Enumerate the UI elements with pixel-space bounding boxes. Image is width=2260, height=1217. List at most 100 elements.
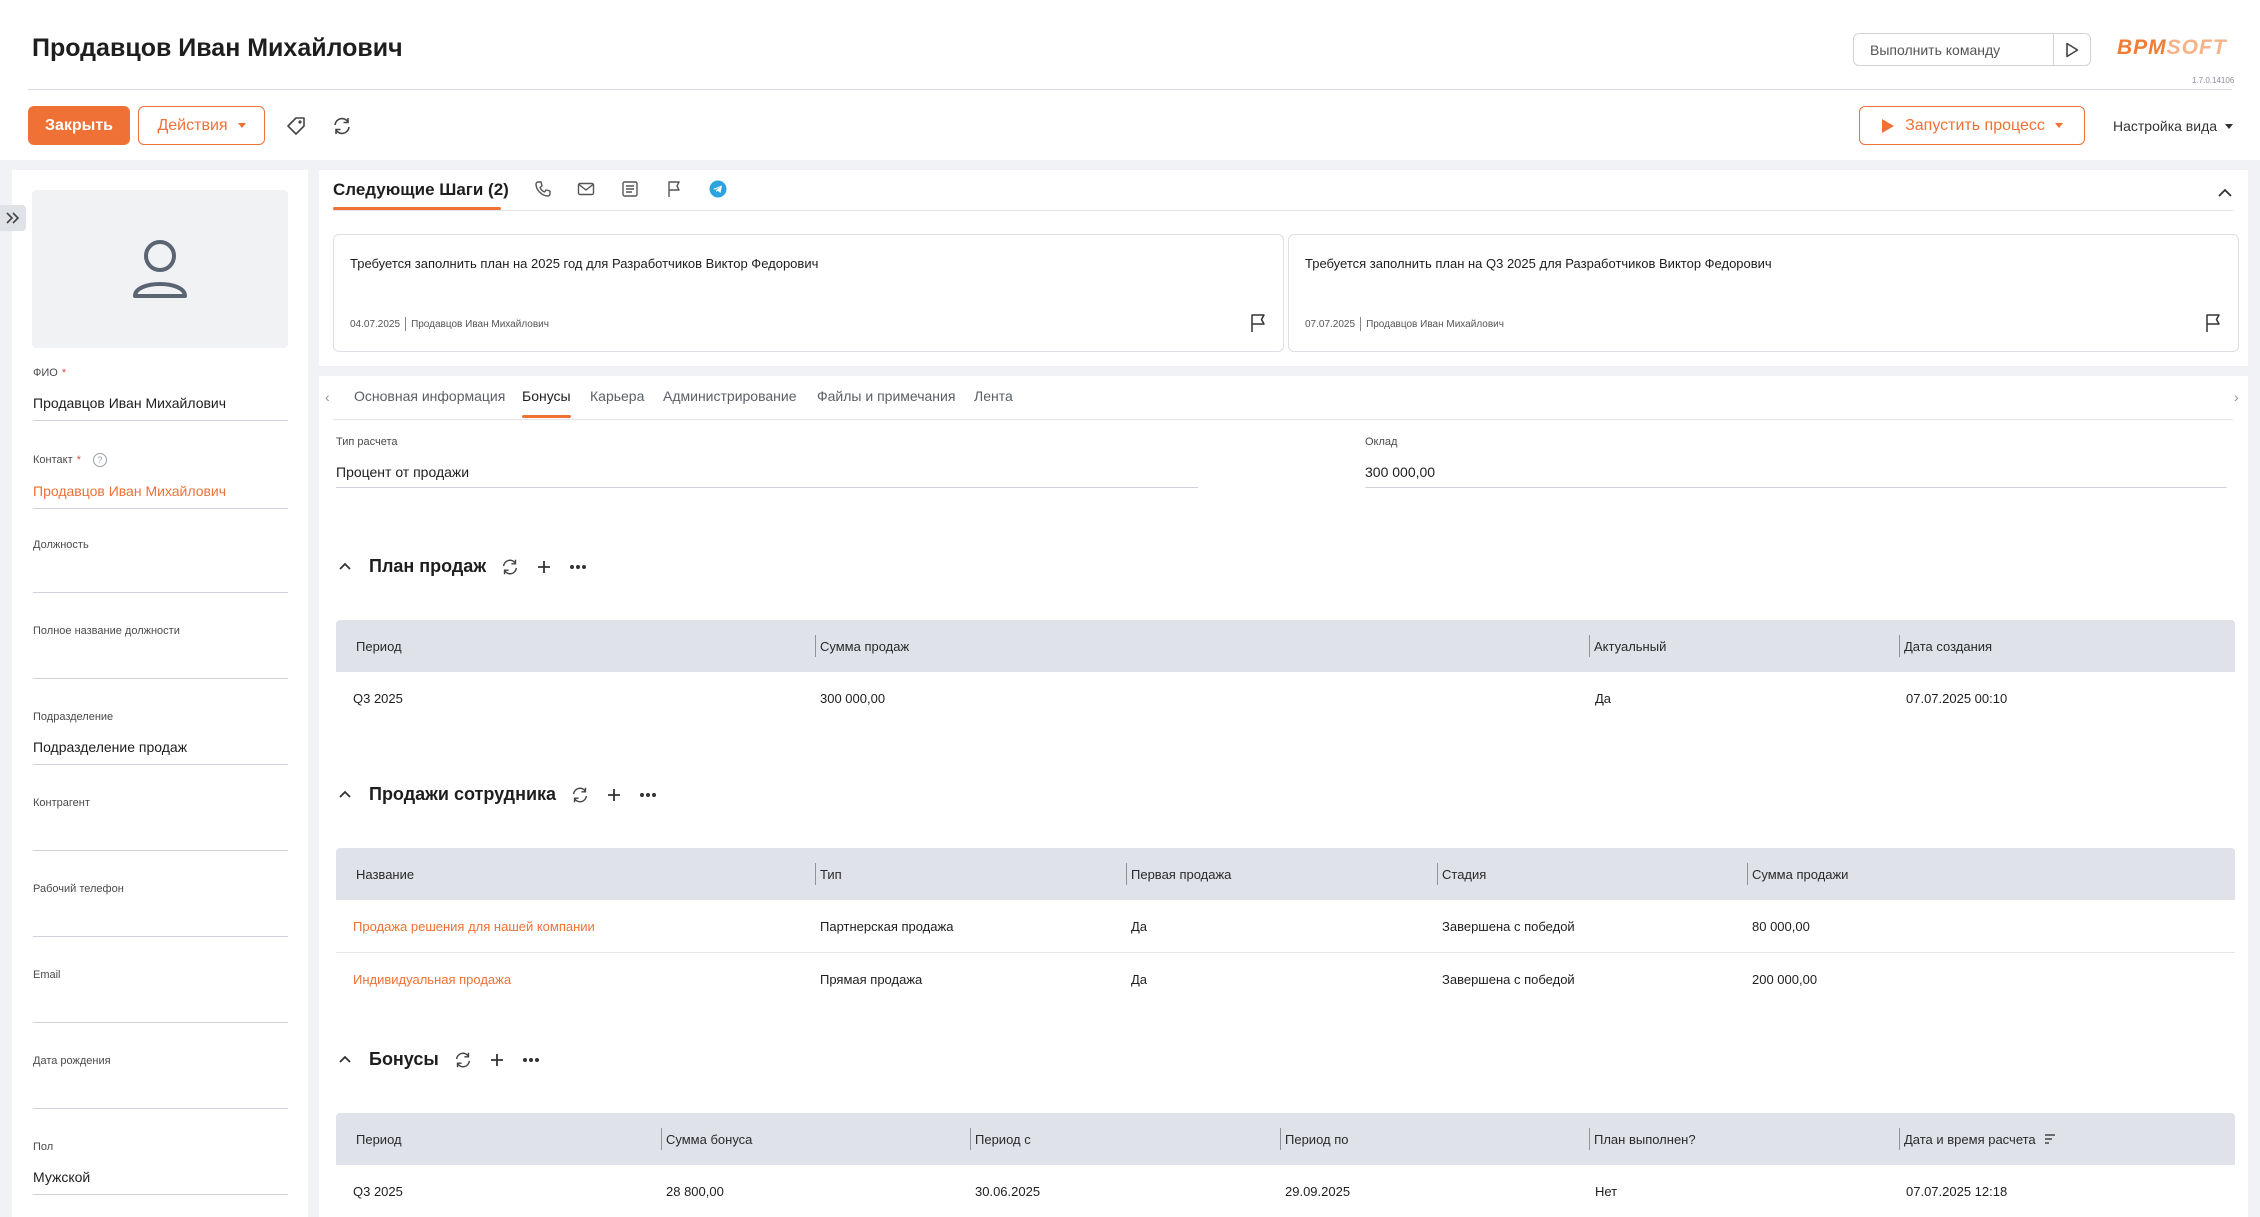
account-field[interactable]: Контрагент bbox=[33, 797, 288, 851]
birthdate-value[interactable] bbox=[33, 1083, 288, 1109]
column-header[interactable]: Период bbox=[356, 620, 402, 672]
department-field[interactable]: Подразделение Подразделение продаж bbox=[33, 711, 288, 765]
run-process-button[interactable]: Запустить процесс bbox=[1859, 106, 2085, 145]
add-icon[interactable] bbox=[534, 557, 554, 577]
calc-type-field[interactable]: Тип расчета Процент от продажи bbox=[336, 436, 1198, 488]
chevron-left-icon[interactable]: ‹ bbox=[325, 389, 330, 405]
gender-field[interactable]: Пол Мужской bbox=[33, 1141, 288, 1195]
tab-bonuses[interactable]: Бонусы bbox=[522, 388, 571, 404]
column-divider[interactable] bbox=[1126, 863, 1127, 885]
tab-administration[interactable]: Администрирование bbox=[663, 388, 797, 404]
telegram-icon[interactable] bbox=[707, 178, 729, 200]
tab-feed[interactable]: Лента bbox=[974, 388, 1013, 404]
phone-icon[interactable] bbox=[532, 178, 554, 200]
column-divider[interactable] bbox=[970, 1128, 971, 1150]
table-row[interactable]: Индивидуальная продажа Прямая продажа Да… bbox=[336, 953, 2235, 1006]
column-divider[interactable] bbox=[1899, 1128, 1900, 1150]
next-step-title[interactable]: Требуется заполнить план на 2025 год для… bbox=[350, 256, 818, 271]
column-header[interactable]: Стадия bbox=[1442, 848, 1486, 900]
column-header[interactable]: Период по bbox=[1285, 1113, 1348, 1165]
position-field[interactable]: Должность bbox=[33, 539, 288, 593]
column-divider[interactable] bbox=[1589, 635, 1590, 657]
flag-icon[interactable] bbox=[2204, 313, 2222, 338]
note-icon[interactable] bbox=[619, 178, 641, 200]
column-divider[interactable] bbox=[815, 863, 816, 885]
department-value[interactable]: Подразделение продаж bbox=[33, 739, 288, 765]
column-divider[interactable] bbox=[1747, 863, 1748, 885]
email-value[interactable] bbox=[33, 997, 288, 1023]
column-divider[interactable] bbox=[1280, 1128, 1281, 1150]
email-icon[interactable] bbox=[575, 178, 597, 200]
column-header[interactable]: Актуальный bbox=[1594, 620, 1666, 672]
command-input-placeholder[interactable]: Выполнить команду bbox=[1854, 42, 2053, 58]
chevron-up-icon[interactable] bbox=[335, 785, 355, 805]
column-header[interactable]: Дата создания bbox=[1904, 620, 1992, 672]
column-divider[interactable] bbox=[1589, 1128, 1590, 1150]
contact-value[interactable]: Продавцов Иван Михайлович bbox=[33, 483, 288, 509]
expand-panel-button[interactable] bbox=[0, 205, 26, 231]
more-icon[interactable] bbox=[638, 785, 658, 805]
column-header[interactable]: План выполнен? bbox=[1594, 1113, 1696, 1165]
work-phone-field[interactable]: Рабочий телефон bbox=[33, 883, 288, 937]
column-header[interactable]: Период с bbox=[975, 1113, 1031, 1165]
tab-career[interactable]: Карьера bbox=[590, 388, 644, 404]
salary-field[interactable]: Оклад 300 000,00 bbox=[1365, 436, 2227, 488]
add-icon[interactable] bbox=[604, 785, 624, 805]
more-icon[interactable] bbox=[521, 1050, 541, 1070]
refresh-icon[interactable] bbox=[453, 1050, 473, 1070]
actions-button[interactable]: Действия bbox=[138, 106, 265, 145]
view-settings-button[interactable]: Настройка вида bbox=[2113, 118, 2234, 134]
column-divider[interactable] bbox=[661, 1128, 662, 1150]
next-step-card[interactable]: Требуется заполнить план на 2025 год для… bbox=[333, 234, 1284, 352]
refresh-icon[interactable] bbox=[329, 113, 355, 139]
calc-type-value[interactable]: Процент от продажи bbox=[336, 464, 1198, 488]
column-divider[interactable] bbox=[1899, 635, 1900, 657]
gender-value[interactable]: Мужской bbox=[33, 1169, 288, 1195]
command-input[interactable]: Выполнить команду bbox=[1853, 33, 2091, 66]
sale-name-link[interactable]: Продажа решения для нашей компании bbox=[353, 900, 595, 953]
column-divider[interactable] bbox=[815, 635, 816, 657]
play-icon[interactable] bbox=[2054, 42, 2090, 58]
account-value[interactable] bbox=[33, 825, 288, 851]
close-button[interactable]: Закрыть bbox=[28, 106, 130, 145]
fio-field[interactable]: ФИО * Продавцов Иван Михайлович bbox=[33, 367, 288, 421]
column-header[interactable]: Сумма бонуса bbox=[666, 1113, 752, 1165]
column-header[interactable]: Сумма продажи bbox=[1752, 848, 1848, 900]
tab-main-info[interactable]: Основная информация bbox=[354, 388, 505, 404]
column-header[interactable]: Дата и время расчета bbox=[1904, 1113, 2056, 1165]
column-header[interactable]: Название bbox=[356, 848, 414, 900]
refresh-icon[interactable] bbox=[500, 557, 520, 577]
fio-value[interactable]: Продавцов Иван Михайлович bbox=[33, 395, 288, 421]
column-header[interactable]: Сумма продаж bbox=[820, 620, 909, 672]
flag-icon[interactable] bbox=[1249, 313, 1267, 338]
avatar[interactable] bbox=[32, 190, 288, 348]
column-divider[interactable] bbox=[1437, 863, 1438, 885]
email-field[interactable]: Email bbox=[33, 969, 288, 1023]
full-position-field[interactable]: Полное название должности bbox=[33, 625, 288, 679]
refresh-icon[interactable] bbox=[570, 785, 590, 805]
work-phone-value[interactable] bbox=[33, 911, 288, 937]
salary-value[interactable]: 300 000,00 bbox=[1365, 464, 2227, 488]
table-row[interactable]: Q3 2025 28 800,00 30.06.2025 29.09.2025 … bbox=[336, 1165, 2235, 1217]
contact-field[interactable]: Контакт *? Продавцов Иван Михайлович bbox=[33, 453, 288, 509]
chevron-up-icon[interactable] bbox=[2214, 182, 2236, 204]
chevron-right-icon[interactable]: › bbox=[2234, 389, 2239, 405]
table-row[interactable]: Продажа решения для нашей компании Партн… bbox=[336, 900, 2235, 953]
chevron-up-icon[interactable] bbox=[335, 1050, 355, 1070]
next-steps-title[interactable]: Следующие Шаги (2) bbox=[333, 180, 509, 200]
help-icon[interactable]: ? bbox=[92, 453, 107, 467]
chevron-up-icon[interactable] bbox=[335, 557, 355, 577]
next-step-card[interactable]: Требуется заполнить план на Q3 2025 для … bbox=[1288, 234, 2239, 352]
flag-icon[interactable] bbox=[663, 178, 685, 200]
sale-name-link[interactable]: Индивидуальная продажа bbox=[353, 953, 511, 1006]
tag-icon[interactable] bbox=[283, 113, 309, 139]
tab-files-notes[interactable]: Файлы и примечания bbox=[817, 388, 955, 404]
column-header[interactable]: Первая продажа bbox=[1131, 848, 1231, 900]
full-position-value[interactable] bbox=[33, 653, 288, 679]
column-header[interactable]: Период bbox=[356, 1113, 402, 1165]
position-value[interactable] bbox=[33, 567, 288, 593]
birthdate-field[interactable]: Дата рождения bbox=[33, 1055, 288, 1109]
table-row[interactable]: Q3 2025 300 000,00 Да 07.07.2025 00:10 bbox=[336, 672, 2235, 725]
column-header[interactable]: Тип bbox=[820, 848, 842, 900]
next-step-title[interactable]: Требуется заполнить план на Q3 2025 для … bbox=[1305, 256, 1772, 271]
